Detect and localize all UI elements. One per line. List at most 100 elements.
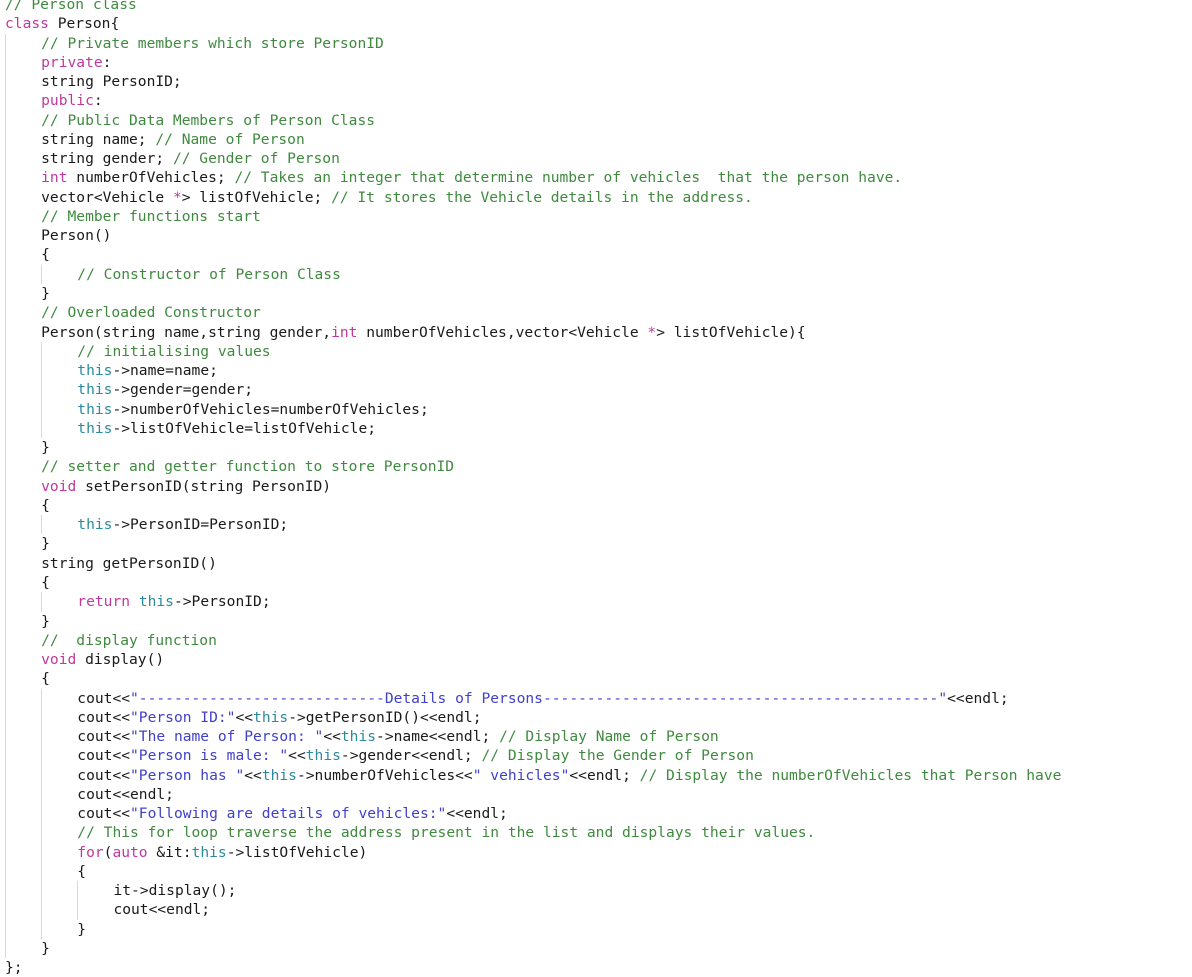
code-line[interactable]: string getPersonID() [0, 553, 1192, 573]
code-line[interactable]: cout<<"Person has "<<this->numberOfVehic… [0, 765, 1192, 785]
code-line[interactable]: } [0, 611, 1192, 631]
code-line[interactable]: }; [0, 958, 1192, 977]
code-line-text: string getPersonID() [0, 554, 217, 573]
code-line[interactable]: Person(string name,string gender,int num… [0, 322, 1192, 342]
code-line[interactable]: // Private members which store PersonID [0, 33, 1192, 53]
token-pln: Person{ [48, 15, 120, 33]
token-cmt: // Public Data Members of Person Class [41, 111, 376, 129]
code-line[interactable]: private: [0, 52, 1192, 73]
token-cmt: // This for loop traverse the address pr… [77, 824, 816, 842]
code-line-text: // display function [0, 631, 217, 650]
code-line[interactable]: // Public Data Members of Person Class [0, 110, 1192, 130]
code-line[interactable]: // This for loop traverse the address pr… [0, 823, 1192, 843]
code-line-text: cout<<"Person ID:"<<this->getPersonID()<… [0, 708, 481, 727]
code-line-text: vector<Vehicle *> listOfVehicle; // It s… [0, 188, 753, 207]
code-line[interactable]: } [0, 939, 1192, 959]
code-line[interactable]: this->name=name; [0, 361, 1192, 381]
code-line[interactable]: this->listOfVehicle=listOfVehicle; [0, 418, 1192, 439]
token-pln: : [102, 53, 112, 71]
code-line[interactable]: class Person{ [0, 14, 1192, 33]
token-pln: Person() [41, 227, 112, 245]
token-cmt: // setter and getter function to store P… [41, 458, 455, 476]
code-line[interactable]: int numberOfVehicles; // Takes an intege… [0, 168, 1192, 188]
code-editor-viewport[interactable]: // Person class class Person{// Private m… [0, 0, 1192, 977]
code-line[interactable]: cout<<"Person is male: "<<this->gender<<… [0, 746, 1192, 766]
code-line-text: for(auto &it:this->listOfVehicle) [0, 843, 367, 862]
code-line[interactable]: this->PersonID=PersonID; [0, 515, 1192, 535]
code-line[interactable]: void setPersonID(string PersonID) [0, 476, 1192, 496]
token-this: this [77, 400, 113, 418]
code-line[interactable]: { [0, 669, 1192, 689]
code-line-text: { [0, 669, 50, 688]
token-pln: cout<< [77, 689, 131, 707]
code-line[interactable]: // initialising values [0, 341, 1192, 362]
code-line[interactable]: public: [0, 91, 1192, 111]
code-line[interactable]: void display() [0, 650, 1192, 670]
token-this: this [191, 843, 227, 861]
code-line[interactable]: } [0, 919, 1192, 940]
code-line[interactable]: } [0, 534, 1192, 554]
code-line[interactable]: { [0, 495, 1192, 516]
token-str: "Person has " [130, 766, 245, 784]
token-pln: display() [76, 651, 165, 669]
code-line[interactable]: // display function [0, 630, 1192, 651]
code-line[interactable]: // Overloaded Constructor [0, 303, 1192, 323]
code-line[interactable]: cout<<"Person ID:"<<this->getPersonID()<… [0, 707, 1192, 728]
code-content[interactable]: // Person class class Person{// Private m… [0, 0, 1192, 977]
code-line-text: string gender; // Gender of Person [0, 149, 340, 168]
token-pln: cout<<endl; [113, 901, 211, 919]
code-line-text: this->listOfVehicle=listOfVehicle; [0, 419, 376, 438]
code-line-text: } [0, 534, 50, 553]
code-line[interactable]: // Member functions start [0, 206, 1192, 227]
code-line[interactable]: cout<<endl; [0, 784, 1192, 805]
code-line[interactable]: string gender; // Gender of Person [0, 149, 1192, 169]
token-pln: > listOfVehicle){ [656, 323, 806, 341]
token-str: "The name of Person: " [130, 728, 324, 746]
code-line[interactable]: this->gender=gender; [0, 380, 1192, 400]
code-line[interactable]: string name; // Name of Person [0, 129, 1192, 150]
token-kw: void [41, 477, 77, 495]
code-line-text: class Person{ [0, 14, 119, 33]
code-line[interactable]: // setter and getter function to store P… [0, 457, 1192, 477]
token-cmt: // Display the Gender of Person [481, 747, 754, 765]
code-line[interactable]: } [0, 438, 1192, 458]
code-line[interactable]: cout<<endl; [0, 900, 1192, 920]
token-pln: } [41, 612, 50, 630]
code-line[interactable]: } [0, 283, 1192, 304]
code-line-text: Person() [0, 226, 111, 245]
code-line[interactable]: { [0, 861, 1192, 882]
code-line[interactable]: // Constructor of Person Class [0, 264, 1192, 284]
code-line-text: // Overloaded Constructor [0, 303, 261, 322]
code-line[interactable]: // Person class [0, 0, 1192, 14]
code-line[interactable]: return this->PersonID; [0, 592, 1192, 612]
token-kw: * [647, 323, 657, 341]
code-line-text: // Public Data Members of Person Class [0, 111, 375, 130]
code-line[interactable]: vector<Vehicle *> listOfVehicle; // It s… [0, 187, 1192, 207]
code-line-text: cout<<"Person is male: "<<this->gender<<… [0, 746, 754, 765]
code-line[interactable]: { [0, 245, 1192, 265]
code-line[interactable]: it->display(); [0, 881, 1192, 901]
token-pln: string gender; [41, 150, 173, 168]
token-pln: setPersonID(string PersonID) [76, 477, 332, 495]
token-pln: ->numberOfVehicles<< [296, 766, 473, 784]
token-pln: Person(string name,string gender, [41, 323, 332, 341]
code-line[interactable]: Person() [0, 226, 1192, 246]
token-this: this [261, 766, 297, 784]
token-pln: } [77, 920, 87, 938]
token-pln: ->listOfVehicle=listOfVehicle; [112, 419, 377, 437]
code-line-text: { [0, 496, 50, 515]
code-line[interactable]: for(auto &it:this->listOfVehicle) [0, 842, 1192, 862]
token-cmt: // display function [41, 631, 217, 649]
code-line-text: // This for loop traverse the address pr… [0, 823, 815, 842]
token-pln: ->listOfVehicle) [226, 843, 368, 861]
code-line[interactable]: this->numberOfVehicles=numberOfVehicles; [0, 399, 1192, 419]
token-pln: { [41, 573, 50, 591]
token-this: this [77, 381, 113, 399]
token-str: " vehicles" [472, 766, 570, 784]
code-line[interactable]: cout<<"The name of Person: "<<this->name… [0, 727, 1192, 747]
code-line[interactable]: string PersonID; [0, 72, 1192, 92]
code-line[interactable]: { [0, 572, 1192, 593]
code-line[interactable]: cout<<"Following are details of vehicles… [0, 804, 1192, 824]
code-line[interactable]: cout<<"----------------------------Detai… [0, 688, 1192, 708]
token-pln: cout<< [77, 805, 131, 823]
